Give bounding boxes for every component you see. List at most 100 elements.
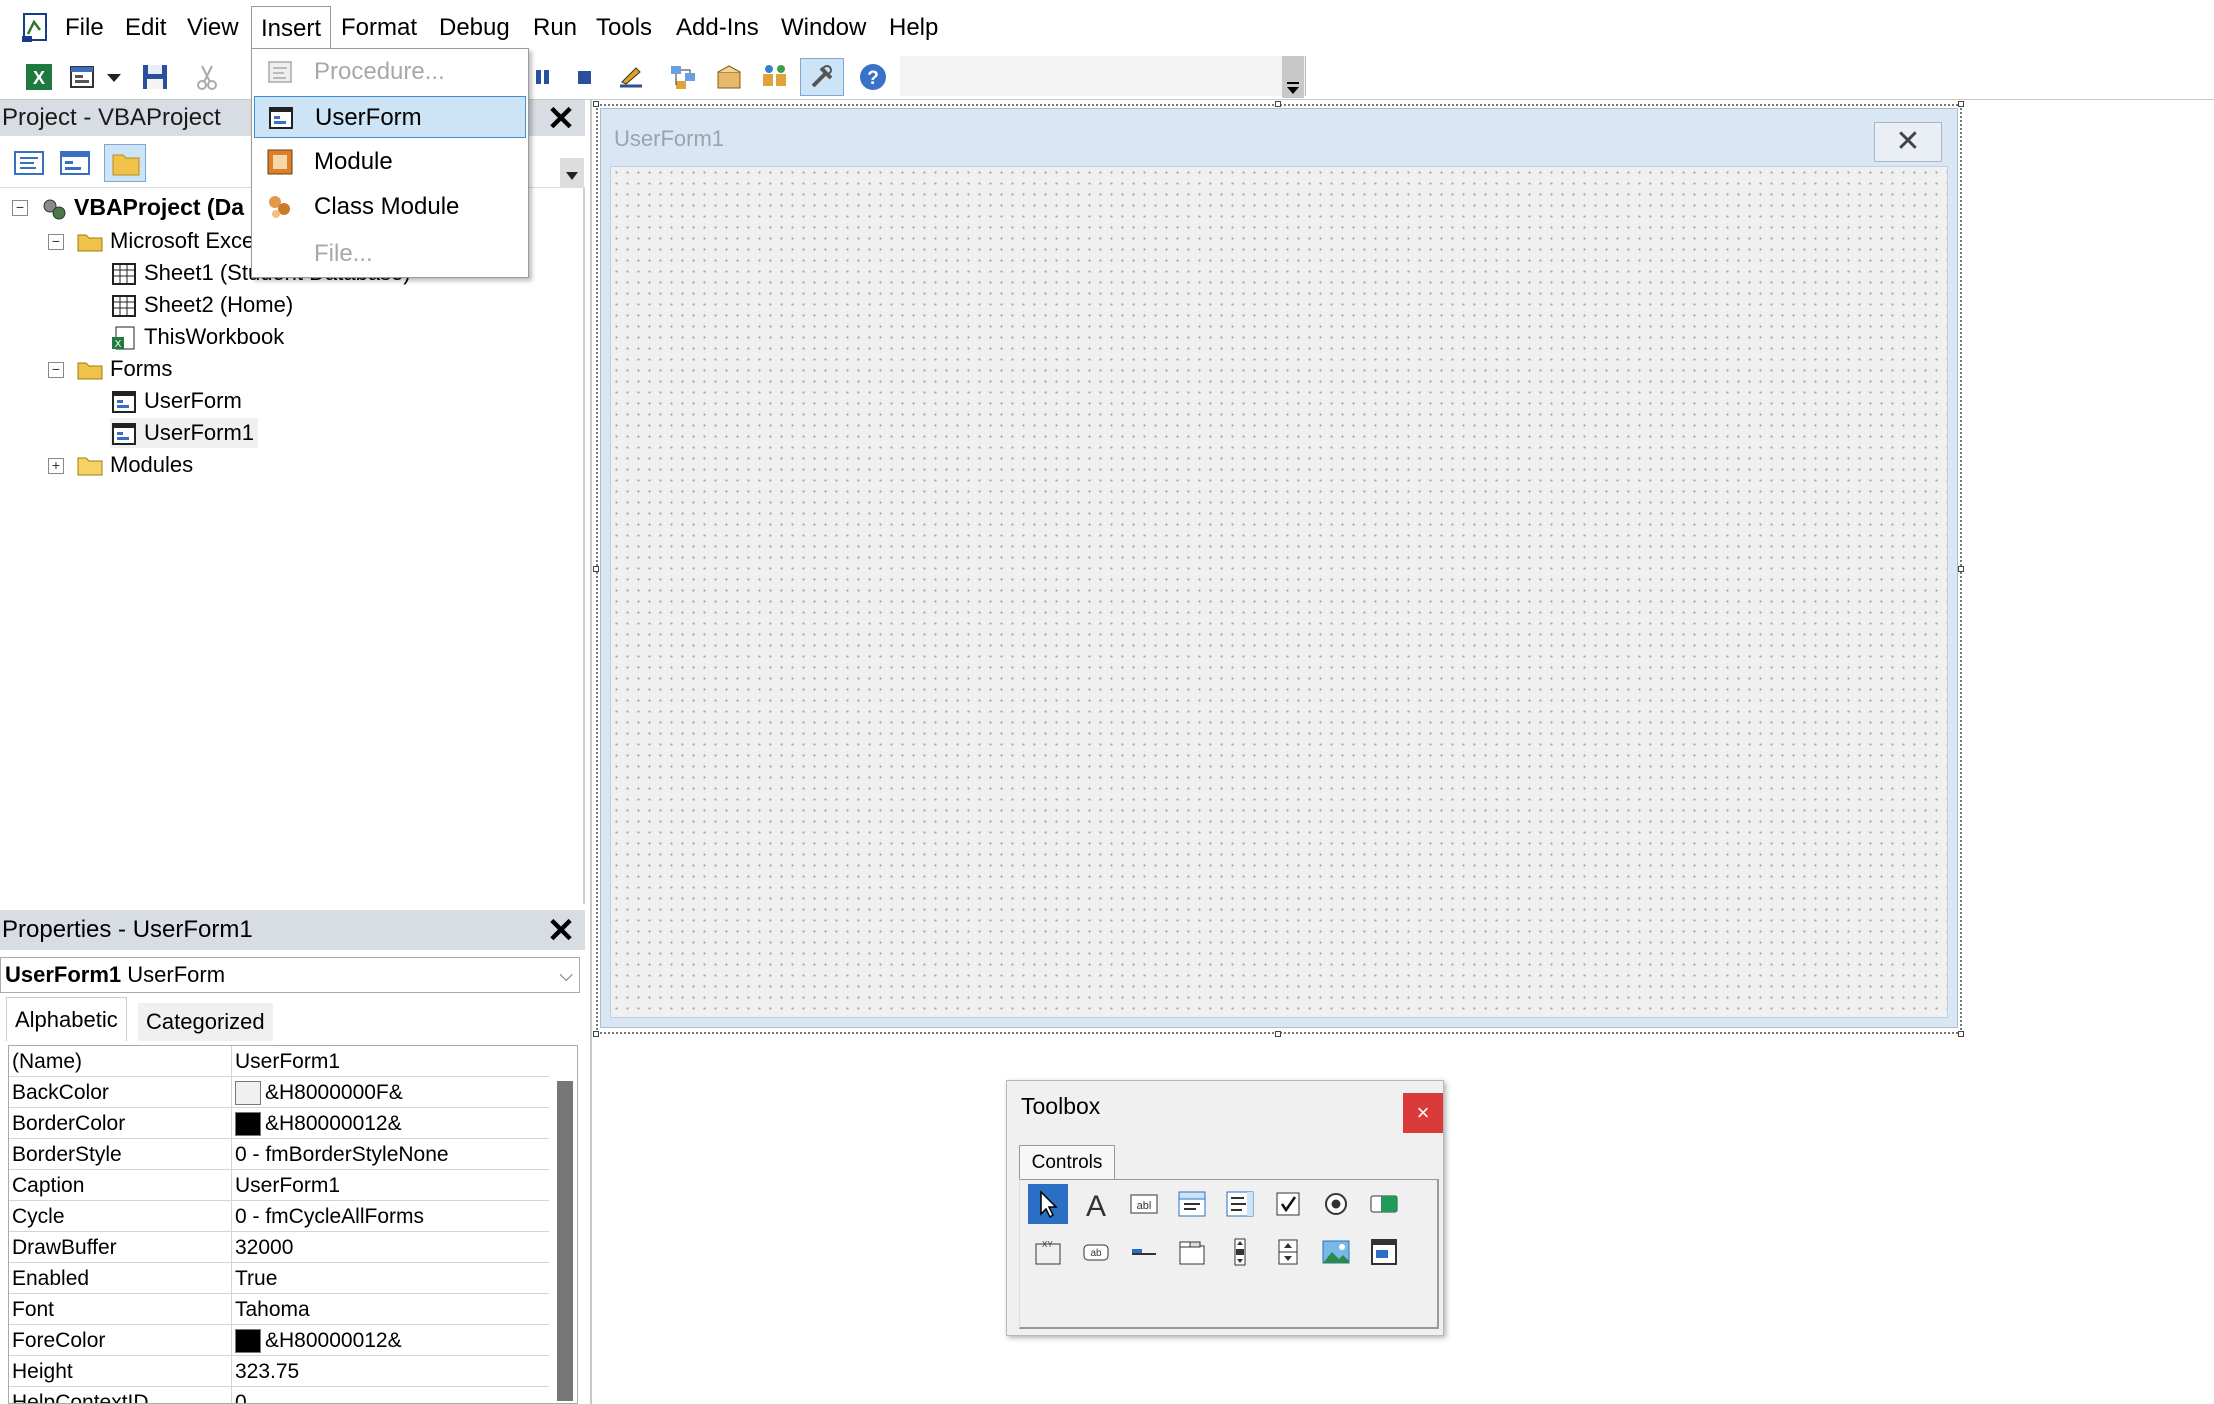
- resize-handle[interactable]: [1275, 101, 1281, 107]
- property-row[interactable]: Cycle 0 - fmCycleAllForms: [9, 1201, 549, 1232]
- properties-pane-close-icon[interactable]: ✕: [541, 912, 581, 950]
- property-value[interactable]: 32000: [231, 1232, 549, 1263]
- project-pane-scroll-icon[interactable]: [560, 158, 584, 188]
- property-value-cell[interactable]: &H80000012&: [231, 1108, 549, 1139]
- view-code-icon[interactable]: [12, 148, 46, 178]
- property-value[interactable]: Tahoma: [231, 1294, 549, 1325]
- property-row[interactable]: Caption UserForm1: [9, 1170, 549, 1201]
- tab-alphabetic[interactable]: Alphabetic: [6, 997, 127, 1041]
- scrollbar-control-icon[interactable]: [1220, 1232, 1260, 1272]
- reset-icon[interactable]: [568, 60, 602, 94]
- project-pane-close-icon[interactable]: ✕: [541, 100, 581, 138]
- textbox-control-icon[interactable]: abl: [1124, 1184, 1164, 1224]
- listbox-control-icon[interactable]: [1220, 1184, 1260, 1224]
- property-value-cell[interactable]: &H80000012&: [231, 1325, 549, 1356]
- resize-handle[interactable]: [593, 566, 599, 572]
- tab-categorized[interactable]: Categorized: [138, 1003, 273, 1041]
- help-icon[interactable]: ?: [856, 60, 890, 94]
- menu-format[interactable]: Format: [332, 6, 426, 50]
- property-value[interactable]: 0: [231, 1387, 549, 1403]
- toggle-folders-icon[interactable]: [104, 144, 146, 182]
- property-value[interactable]: True: [231, 1263, 549, 1294]
- toolbar-overflow-icon[interactable]: [1282, 56, 1304, 98]
- collapse-root-icon[interactable]: −: [12, 200, 28, 216]
- property-row[interactable]: Enabled True: [9, 1263, 549, 1294]
- menu-run[interactable]: Run: [524, 6, 586, 50]
- combobox-control-icon[interactable]: [1172, 1184, 1212, 1224]
- cut-icon[interactable]: [190, 60, 224, 94]
- userform-close-icon[interactable]: ✕: [1874, 122, 1942, 162]
- menu-item-userform[interactable]: UserForm: [254, 96, 526, 138]
- menu-tools[interactable]: Tools: [587, 6, 661, 50]
- insert-userform-icon[interactable]: [66, 60, 100, 94]
- resize-handle[interactable]: [593, 1031, 599, 1037]
- property-value[interactable]: 323.75: [231, 1356, 549, 1387]
- resize-handle[interactable]: [1275, 1031, 1281, 1037]
- view-object-icon[interactable]: [58, 148, 92, 178]
- toolbox-close-icon[interactable]: ×: [1403, 1093, 1443, 1133]
- menu-view[interactable]: View: [178, 6, 248, 50]
- menu-edit[interactable]: Edit: [116, 6, 175, 50]
- menu-add-ins[interactable]: Add-Ins: [667, 6, 768, 50]
- properties-window-icon[interactable]: [712, 60, 746, 94]
- toolbox-window[interactable]: Toolbox × Controls A abl XY ab: [1006, 1080, 1444, 1336]
- property-row[interactable]: BorderColor &H80000012&: [9, 1108, 549, 1139]
- toolbox-toggle-icon[interactable]: [800, 58, 844, 96]
- tree-userform[interactable]: UserForm: [110, 386, 242, 416]
- image-control-icon[interactable]: [1316, 1232, 1356, 1272]
- break-icon[interactable]: [532, 60, 554, 94]
- select-objects-icon[interactable]: [1028, 1184, 1068, 1224]
- command-button-control-icon[interactable]: ab: [1076, 1232, 1116, 1272]
- menu-help[interactable]: Help: [880, 6, 947, 50]
- property-row[interactable]: ForeColor &H80000012&: [9, 1325, 549, 1356]
- property-row[interactable]: BackColor &H8000000F&: [9, 1077, 549, 1108]
- object-browser-icon[interactable]: [758, 60, 792, 94]
- menu-debug[interactable]: Debug: [430, 6, 519, 50]
- option-button-control-icon[interactable]: [1316, 1184, 1356, 1224]
- collapse-forms-icon[interactable]: −: [48, 362, 64, 378]
- project-explorer-icon[interactable]: [666, 60, 700, 94]
- tree-userform1[interactable]: UserForm1: [110, 418, 259, 448]
- tree-modules[interactable]: Modules: [76, 450, 193, 480]
- menu-window[interactable]: Window: [772, 6, 875, 50]
- property-row[interactable]: HelpContextID 0: [9, 1387, 549, 1403]
- resize-handle[interactable]: [1958, 566, 1964, 572]
- chevron-down-icon[interactable]: [104, 60, 124, 94]
- save-icon[interactable]: [138, 60, 172, 94]
- object-selector[interactable]: UserForm1 UserForm ⌵: [0, 957, 580, 993]
- multipage-control-icon[interactable]: [1172, 1232, 1212, 1272]
- tree-sheet2[interactable]: Sheet2 (Home): [110, 290, 293, 320]
- menu-item-module[interactable]: Module: [254, 141, 526, 183]
- resize-handle[interactable]: [1958, 1031, 1964, 1037]
- expand-modules-icon[interactable]: +: [48, 458, 64, 474]
- userform-canvas[interactable]: [610, 166, 1948, 1018]
- property-row[interactable]: Font Tahoma: [9, 1294, 549, 1325]
- property-row[interactable]: BorderStyle 0 - fmBorderStyleNone: [9, 1139, 549, 1170]
- tree-forms[interactable]: Forms: [76, 354, 172, 384]
- property-row[interactable]: DrawBuffer 32000: [9, 1232, 549, 1263]
- resize-handle[interactable]: [593, 101, 599, 107]
- collapse-excel-objects-icon[interactable]: −: [48, 234, 64, 250]
- chevron-down-icon[interactable]: ⌵: [559, 958, 573, 992]
- menu-file[interactable]: File: [56, 6, 113, 50]
- toolbox-tab-controls[interactable]: Controls: [1019, 1145, 1115, 1179]
- property-row[interactable]: Height 323.75: [9, 1356, 549, 1387]
- resize-handle[interactable]: [1958, 101, 1964, 107]
- tree-thisworkbook[interactable]: X ThisWorkbook: [110, 322, 284, 352]
- property-value[interactable]: UserForm1: [231, 1170, 549, 1201]
- label-control-icon[interactable]: A: [1076, 1184, 1116, 1224]
- menu-item-procedure[interactable]: Procedure...: [254, 51, 526, 93]
- tree-excel-objects[interactable]: Microsoft Exce: [76, 226, 254, 256]
- spinbutton-control-icon[interactable]: [1268, 1232, 1308, 1272]
- design-mode-icon[interactable]: [614, 60, 648, 94]
- checkbox-control-icon[interactable]: [1268, 1184, 1308, 1224]
- property-row[interactable]: (Name) UserForm1: [9, 1046, 549, 1077]
- property-value[interactable]: 0 - fmBorderStyleNone: [231, 1139, 549, 1170]
- menu-insert[interactable]: Insert: [251, 6, 332, 50]
- menu-item-class-module[interactable]: Class Module: [254, 186, 526, 228]
- property-value[interactable]: 0 - fmCycleAllForms: [231, 1201, 549, 1232]
- menu-item-file[interactable]: File...: [254, 233, 526, 275]
- vbe-app-icon[interactable]: [20, 12, 52, 44]
- tabstrip-control-icon[interactable]: [1124, 1232, 1164, 1272]
- frame-control-icon[interactable]: XY: [1028, 1232, 1068, 1272]
